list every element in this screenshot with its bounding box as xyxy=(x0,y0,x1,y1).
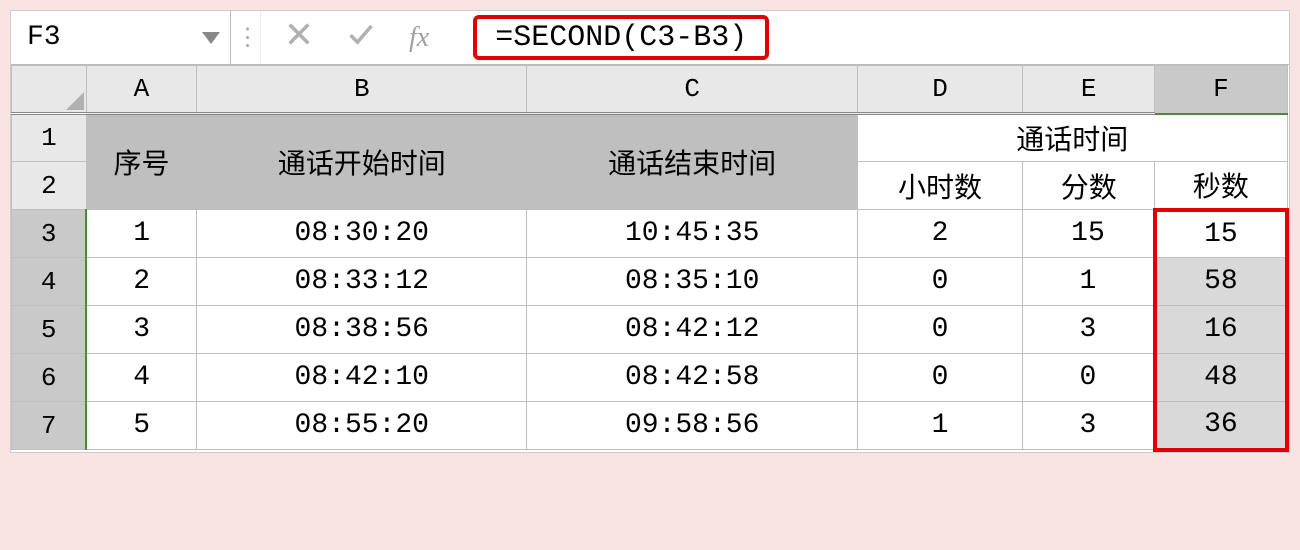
col-header-F[interactable]: F xyxy=(1155,66,1287,114)
cell-C3[interactable]: 10:45:35 xyxy=(527,210,857,258)
col-header-C[interactable]: C xyxy=(527,66,857,114)
col-header-B[interactable]: B xyxy=(197,66,527,114)
formula-input[interactable]: =SECOND(C3-B3) xyxy=(473,15,769,60)
cell-A6[interactable]: 4 xyxy=(86,354,196,402)
cell-E5[interactable]: 3 xyxy=(1023,306,1155,354)
cell-D4[interactable]: 0 xyxy=(857,258,1022,306)
cell-A3[interactable]: 1 xyxy=(86,210,196,258)
cell-F3[interactable]: 15 xyxy=(1155,210,1287,258)
row-header-2[interactable]: 2 xyxy=(12,162,87,210)
cell-B4[interactable]: 08:33:12 xyxy=(197,258,527,306)
fx-icon[interactable]: fx xyxy=(409,22,435,54)
header-hours[interactable]: 小时数 xyxy=(857,162,1022,210)
cell-B6[interactable]: 08:42:10 xyxy=(197,354,527,402)
cell-B3[interactable]: 08:30:20 xyxy=(197,210,527,258)
formula-bar-buttons: fx xyxy=(261,11,459,64)
header-minutes[interactable]: 分数 xyxy=(1023,162,1155,210)
cell-F7[interactable]: 36 xyxy=(1155,402,1287,450)
header-end-time[interactable]: 通话结束时间 xyxy=(527,114,857,210)
col-header-D[interactable]: D xyxy=(857,66,1022,114)
cell-D6[interactable]: 0 xyxy=(857,354,1022,402)
divider: ⋮ xyxy=(231,11,261,64)
row-header-5[interactable]: 5 xyxy=(12,306,87,354)
formula-bar: F3 ⋮ fx =SECOND(C3-B3) xyxy=(11,11,1289,65)
header-seconds[interactable]: 秒数 xyxy=(1155,162,1287,210)
cell-D5[interactable]: 0 xyxy=(857,306,1022,354)
row-header-6[interactable]: 6 xyxy=(12,354,87,402)
cell-A7[interactable]: 5 xyxy=(86,402,196,450)
cancel-icon[interactable] xyxy=(285,20,313,56)
cell-A5[interactable]: 3 xyxy=(86,306,196,354)
row-header-4[interactable]: 4 xyxy=(12,258,87,306)
cell-E4[interactable]: 1 xyxy=(1023,258,1155,306)
cell-A4[interactable]: 2 xyxy=(86,258,196,306)
cell-B7[interactable]: 08:55:20 xyxy=(197,402,527,450)
cell-E7[interactable]: 3 xyxy=(1023,402,1155,450)
cell-F4[interactable]: 58 xyxy=(1155,258,1287,306)
header-seq[interactable]: 序号 xyxy=(86,114,196,210)
cell-D7[interactable]: 1 xyxy=(857,402,1022,450)
cell-E3[interactable]: 15 xyxy=(1023,210,1155,258)
row-header-1[interactable]: 1 xyxy=(12,114,87,162)
chevron-down-icon[interactable] xyxy=(202,32,220,44)
formula-text: =SECOND(C3-B3) xyxy=(495,21,747,55)
name-box-value: F3 xyxy=(27,22,61,53)
select-all-corner[interactable] xyxy=(12,66,87,114)
row-header-7[interactable]: 7 xyxy=(12,402,87,450)
spreadsheet-grid[interactable]: A B C D E F 1 序号 通话开始时间 通话结束时间 通话时间 2 小时… xyxy=(11,65,1289,452)
cell-B5[interactable]: 08:38:56 xyxy=(197,306,527,354)
col-header-A[interactable]: A xyxy=(86,66,196,114)
confirm-icon[interactable] xyxy=(347,20,375,56)
cell-C5[interactable]: 08:42:12 xyxy=(527,306,857,354)
cell-F6[interactable]: 48 xyxy=(1155,354,1287,402)
cell-C6[interactable]: 08:42:58 xyxy=(527,354,857,402)
header-call-duration[interactable]: 通话时间 xyxy=(857,114,1287,162)
header-start-time[interactable]: 通话开始时间 xyxy=(197,114,527,210)
row-header-3[interactable]: 3 xyxy=(12,210,87,258)
cell-C7[interactable]: 09:58:56 xyxy=(527,402,857,450)
cell-C4[interactable]: 08:35:10 xyxy=(527,258,857,306)
col-header-E[interactable]: E xyxy=(1023,66,1155,114)
cell-E6[interactable]: 0 xyxy=(1023,354,1155,402)
name-box[interactable]: F3 xyxy=(11,11,231,64)
cell-D3[interactable]: 2 xyxy=(857,210,1022,258)
cell-F5[interactable]: 16 xyxy=(1155,306,1287,354)
